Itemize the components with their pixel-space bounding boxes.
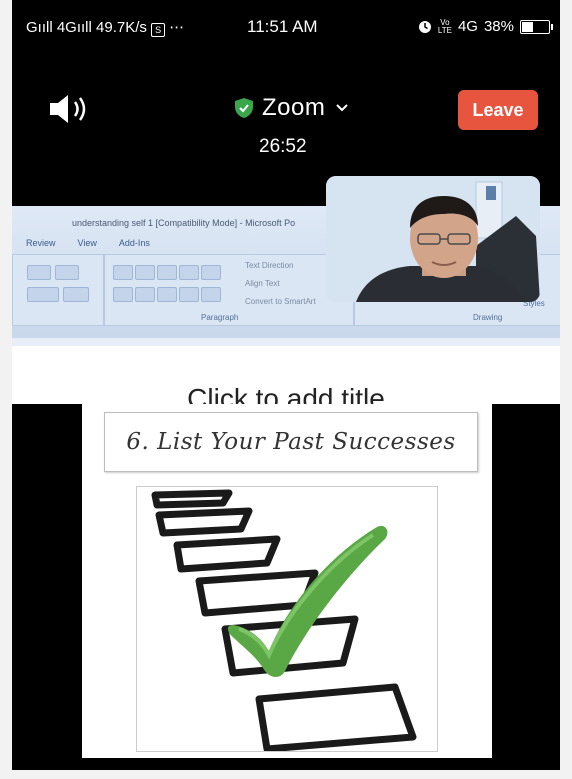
volte-icon: Vo LTE <box>437 17 452 35</box>
title-placeholder: Click to add title <box>187 383 385 406</box>
participant-person-image <box>326 176 540 302</box>
ribbon-button <box>27 287 59 302</box>
ribbon-button <box>113 265 133 280</box>
font-group <box>12 254 104 326</box>
tab-addins: Add-Ins <box>118 238 150 248</box>
checklist-image <box>136 486 438 753</box>
checklist-icon <box>151 489 417 753</box>
ribbon-button <box>113 287 133 302</box>
tab-review: Review <box>26 238 56 248</box>
network-text: 4G <box>457 18 478 35</box>
ribbon-button <box>201 265 221 280</box>
speaker-icon[interactable] <box>48 92 92 126</box>
ribbon-button <box>63 287 89 302</box>
ribbon-button <box>135 265 155 280</box>
status-time: 11:51 AM <box>247 17 318 36</box>
tab-view: View <box>77 238 97 248</box>
battery-icon <box>520 19 553 34</box>
screen-record-icon: S <box>151 23 166 37</box>
paragraph-group: Text Direction Align Text Convert to Sma… <box>104 254 354 326</box>
ribbon-button <box>27 265 51 280</box>
letterbox-right <box>492 404 560 770</box>
signal-text: Gııll 4Gııll <box>26 19 92 36</box>
drawing-group-label: Drawing <box>473 313 503 322</box>
text-direction-label: Text Direction <box>245 261 294 270</box>
paragraph-group-label: Paragraph <box>201 313 239 322</box>
align-text-label: Align Text <box>245 279 280 288</box>
letterbox-bottom <box>12 758 560 770</box>
meeting-timer: 26:52 <box>259 136 307 157</box>
phone-screen: Gııll 4Gııll 49.7K/s S ⋯ 11:51 AM Vo LTE … <box>12 0 560 770</box>
speed-text: 49.7K/s <box>96 19 147 36</box>
overflow-text: ⋯ <box>169 19 185 36</box>
status-bar: Gııll 4Gııll 49.7K/s S ⋯ 11:51 AM Vo LTE … <box>12 0 560 56</box>
ribbon-button <box>157 287 177 302</box>
window-title: understanding self 1 [Compatibility Mode… <box>72 218 296 228</box>
alarm-icon <box>418 20 431 33</box>
meeting-title[interactable]: Zoom <box>234 94 349 122</box>
status-right: Vo LTE 4G 38% <box>418 17 553 35</box>
ribbon-button <box>179 287 199 302</box>
ribbon-button <box>201 287 221 302</box>
chevron-down-icon <box>336 104 349 112</box>
shield-check-icon <box>235 98 253 118</box>
participant-video[interactable] <box>326 176 540 302</box>
ribbon-button <box>135 287 155 302</box>
slide-heading: 6. List Your Past Successes <box>104 412 478 472</box>
ribbon-button <box>157 265 177 280</box>
slide-canvas: 6. List Your Past Successes <box>82 404 492 758</box>
app-title: Zoom <box>262 94 326 121</box>
battery-percent: 38% <box>483 18 514 35</box>
ribbon-tabs: Review View Add-Ins <box>22 238 150 248</box>
battery-level <box>522 21 533 32</box>
status-left: Gııll 4Gııll 49.7K/s S ⋯ <box>26 18 184 37</box>
letterbox-left <box>12 404 82 770</box>
ribbon-button <box>55 265 79 280</box>
convert-smartart-label: Convert to SmartArt <box>245 297 316 306</box>
ribbon-button <box>179 265 199 280</box>
leave-button[interactable]: Leave <box>458 90 538 130</box>
